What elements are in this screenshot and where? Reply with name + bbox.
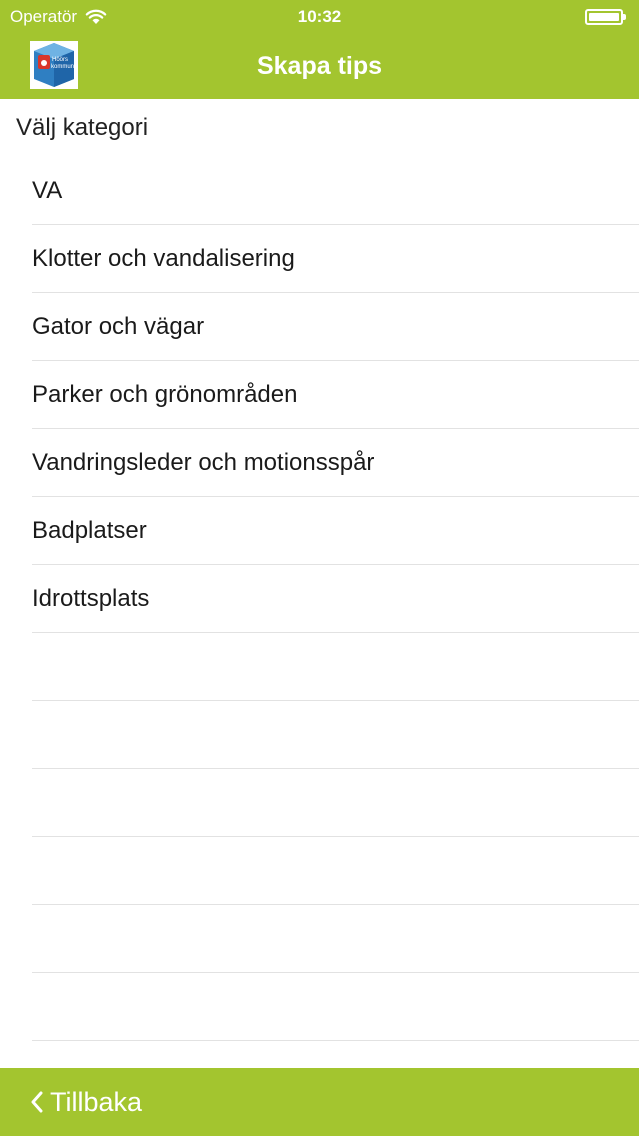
logo-text-1: Höörs (52, 57, 68, 63)
empty-row (32, 769, 639, 837)
category-label: Klotter och vandalisering (32, 244, 295, 272)
category-list: VA Klotter och vandalisering Gator och v… (0, 158, 639, 1041)
hoor-kommun-logo: Höörs kommun (30, 41, 78, 89)
category-label: Gator och vägar (32, 312, 205, 340)
empty-row (32, 905, 639, 973)
category-label: Parker och grönområden (32, 380, 298, 408)
empty-row (32, 973, 639, 1041)
category-item-klotter[interactable]: Klotter och vandalisering (32, 225, 639, 293)
category-item-vandringsleder[interactable]: Vandringsleder och motionsspår (32, 429, 639, 497)
category-item-idrottsplats[interactable]: Idrottsplats (32, 565, 639, 633)
logo-text-2: kommun (51, 64, 74, 70)
wifi-icon (85, 9, 107, 24)
nav-bar: Höörs kommun Skapa tips (0, 33, 639, 99)
category-label: VA (32, 177, 63, 204)
carrier-label: Operatör (10, 6, 78, 26)
empty-row (32, 837, 639, 905)
bottom-toolbar: Tillbaka (0, 1068, 639, 1136)
category-label: Vandringsleder och motionsspår (32, 448, 375, 476)
chevron-left-icon (31, 1091, 43, 1113)
back-button[interactable]: Tillbaka (30, 1087, 142, 1118)
category-label: Idrottsplats (32, 584, 150, 612)
category-label: Badplatser (32, 516, 147, 544)
battery-icon (585, 8, 626, 25)
status-left: Operatör (10, 7, 107, 27)
status-bar: Operatör 10:32 (0, 0, 639, 33)
empty-row (32, 701, 639, 769)
page-title: Skapa tips (256, 51, 383, 80)
category-item-va[interactable]: VA (32, 158, 639, 225)
category-item-gator[interactable]: Gator och vägar (32, 293, 639, 361)
category-item-parker[interactable]: Parker och grönområden (32, 361, 639, 429)
section-label: Välj kategori (16, 114, 149, 141)
empty-row (32, 633, 639, 701)
back-label: Tillbaka (50, 1086, 143, 1117)
category-item-badplatser[interactable]: Badplatser (32, 497, 639, 565)
